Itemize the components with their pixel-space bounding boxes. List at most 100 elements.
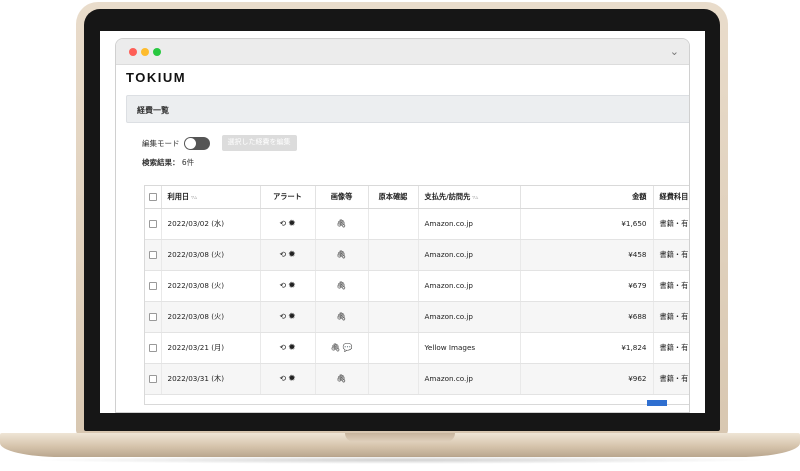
expense-table-grid: 利用日 ▿▵ アラート 画像等 原本確認 支払先/訪問先 ▿▵ 金額 経費科目 20… (145, 186, 689, 395)
chevron-down-icon[interactable]: ⌄ (670, 45, 679, 58)
select-all-checkbox[interactable] (148, 193, 157, 202)
app-logo[interactable]: TOKIUM (126, 70, 186, 85)
row-payee: Amazon.co.jp (418, 301, 521, 333)
row-alert: ⟲ ✹ (260, 332, 316, 364)
column-header-payee[interactable]: 支払先/訪問先 ▿▵ (418, 186, 521, 209)
star-badge-icon[interactable]: ✹ (288, 343, 296, 353)
history-icon[interactable]: ⟲ (279, 219, 286, 228)
row-original-check (368, 363, 419, 395)
row-date: 2022/03/08 (火) (161, 270, 261, 302)
row-original-check (368, 208, 419, 240)
history-icon[interactable]: ⟲ (279, 281, 286, 290)
star-badge-icon[interactable]: ✹ (288, 374, 296, 384)
table-row[interactable]: 2022/03/02 (水) ⟲ ✹ 🖇 Amazon.co.jp ¥1,650 書籍・有 (145, 208, 689, 240)
row-checkbox[interactable] (148, 220, 157, 228)
row-alert: ⟲ ✹ (260, 208, 316, 240)
edit-mode-toggle[interactable] (183, 136, 210, 150)
paperclip-icon[interactable]: 🖇 (336, 281, 346, 290)
row-category: 書籍・有 (653, 208, 689, 240)
row-images: 🖇 (315, 301, 369, 333)
star-badge-icon[interactable]: ✹ (288, 219, 296, 229)
table-row[interactable]: 2022/03/08 (火) ⟲ ✹ 🖇 Amazon.co.jp ¥679 書籍・有 (145, 270, 689, 302)
paperclip-icon[interactable]: 🖇 (336, 374, 346, 383)
row-images: 🖇 (315, 270, 369, 302)
paperclip-icon[interactable]: 🖇 (330, 343, 340, 352)
row-amount: ¥688 (520, 301, 654, 333)
table-row[interactable]: 2022/03/08 (火) ⟲ ✹ 🖇 Amazon.co.jp ¥458 書籍・有 (145, 239, 689, 271)
row-images: 🖇 (315, 208, 369, 240)
toggle-knob (184, 137, 196, 149)
row-checkbox-cell[interactable] (145, 208, 162, 240)
row-original-check (368, 270, 419, 302)
row-date: 2022/03/08 (火) (161, 239, 261, 271)
column-header-amount[interactable]: 金額 (520, 186, 654, 209)
column-header-date[interactable]: 利用日 ▿▵ (161, 186, 261, 209)
column-header-alert: アラート (260, 186, 316, 209)
row-category: 書籍・有 (653, 270, 689, 302)
row-amount: ¥1,650 (520, 208, 654, 240)
row-images: 🖇 (315, 363, 369, 395)
row-checkbox[interactable] (148, 282, 157, 290)
select-all-checkbox-cell[interactable] (145, 186, 162, 209)
table-row[interactable]: 2022/03/31 (木) ⟲ ✹ 🖇 Amazon.co.jp ¥962 書籍・有 (145, 363, 689, 395)
table-row[interactable]: 2022/03/08 (火) ⟲ ✹ 🖇 Amazon.co.jp ¥688 書籍・有 (145, 301, 689, 333)
history-icon[interactable]: ⟲ (279, 250, 286, 259)
paperclip-icon[interactable]: 🖇 (336, 312, 346, 321)
laptop-screen: ⌄ TOKIUM 経費一覧 編集モード 選択した経費を編集 検索結果： 6件 利… (100, 31, 705, 413)
search-result-count: 検索結果： 6件 (142, 157, 194, 168)
history-icon[interactable]: ⟲ (279, 374, 286, 383)
edit-selected-button[interactable]: 選択した経費を編集 (221, 135, 297, 151)
row-checkbox-cell[interactable] (145, 239, 162, 271)
minimize-window-button[interactable] (141, 48, 149, 56)
row-alert: ⟲ ✹ (260, 239, 316, 271)
row-category: 書籍・有 (653, 363, 689, 395)
laptop-notch (345, 433, 455, 442)
sort-icon[interactable]: ▿▵ (472, 194, 478, 201)
paperclip-icon[interactable]: 🖇 (336, 250, 346, 259)
row-original-check (368, 239, 419, 271)
row-payee: Yellow Images (418, 332, 521, 364)
star-badge-icon[interactable]: ✹ (288, 250, 296, 260)
row-amount: ¥1,824 (520, 332, 654, 364)
row-checkbox-cell[interactable] (145, 332, 162, 364)
history-icon[interactable]: ⟲ (279, 343, 286, 352)
row-payee: Amazon.co.jp (418, 363, 521, 395)
result-label: 検索結果： (142, 158, 180, 167)
laptop-shadow (30, 456, 770, 464)
close-window-button[interactable] (129, 48, 137, 56)
row-category: 書籍・有 (653, 332, 689, 364)
star-badge-icon[interactable]: ✹ (288, 281, 296, 291)
window-titlebar: ⌄ (116, 39, 689, 65)
row-checkbox-cell[interactable] (145, 301, 162, 333)
page-title: 経費一覧 (126, 95, 689, 123)
row-amount: ¥962 (520, 363, 654, 395)
row-checkbox[interactable] (148, 344, 157, 352)
paperclip-icon[interactable]: 🖇 (336, 219, 346, 228)
star-badge-icon[interactable]: ✹ (288, 312, 296, 322)
row-checkbox[interactable] (148, 375, 157, 383)
table-body: 2022/03/02 (水) ⟲ ✹ 🖇 Amazon.co.jp ¥1,650 書籍・有 2… (145, 208, 689, 395)
edit-mode-row: 編集モード 選択した経費を編集 (142, 135, 297, 151)
row-original-check (368, 332, 419, 364)
row-payee: Amazon.co.jp (418, 208, 521, 240)
row-date: 2022/03/31 (木) (161, 363, 261, 395)
row-amount: ¥679 (520, 270, 654, 302)
maximize-window-button[interactable] (153, 48, 161, 56)
row-alert: ⟲ ✹ (260, 270, 316, 302)
row-checkbox-cell[interactable] (145, 270, 162, 302)
expense-table: 利用日 ▿▵ アラート 画像等 原本確認 支払先/訪問先 ▿▵ 金額 経費科目 20… (144, 185, 689, 405)
edit-mode-label: 編集モード (142, 138, 180, 148)
comment-icon[interactable]: 💬 (343, 343, 353, 352)
scroll-top-button[interactable] (647, 400, 667, 406)
row-checkbox-cell[interactable] (145, 363, 162, 395)
history-icon[interactable]: ⟲ (279, 312, 286, 321)
sort-icon[interactable]: ▿▵ (191, 194, 197, 201)
row-alert: ⟲ ✹ (260, 301, 316, 333)
row-checkbox[interactable] (148, 251, 157, 259)
row-images: 🖇 (315, 239, 369, 271)
column-header-category: 経費科目 (653, 186, 689, 209)
table-row[interactable]: 2022/03/21 (月) ⟲ ✹ 🖇 💬 Yellow Images ¥1,824 書籍・… (145, 332, 689, 364)
column-header-original: 原本確認 (368, 186, 419, 209)
column-header-images: 画像等 (315, 186, 369, 209)
row-checkbox[interactable] (148, 313, 157, 321)
